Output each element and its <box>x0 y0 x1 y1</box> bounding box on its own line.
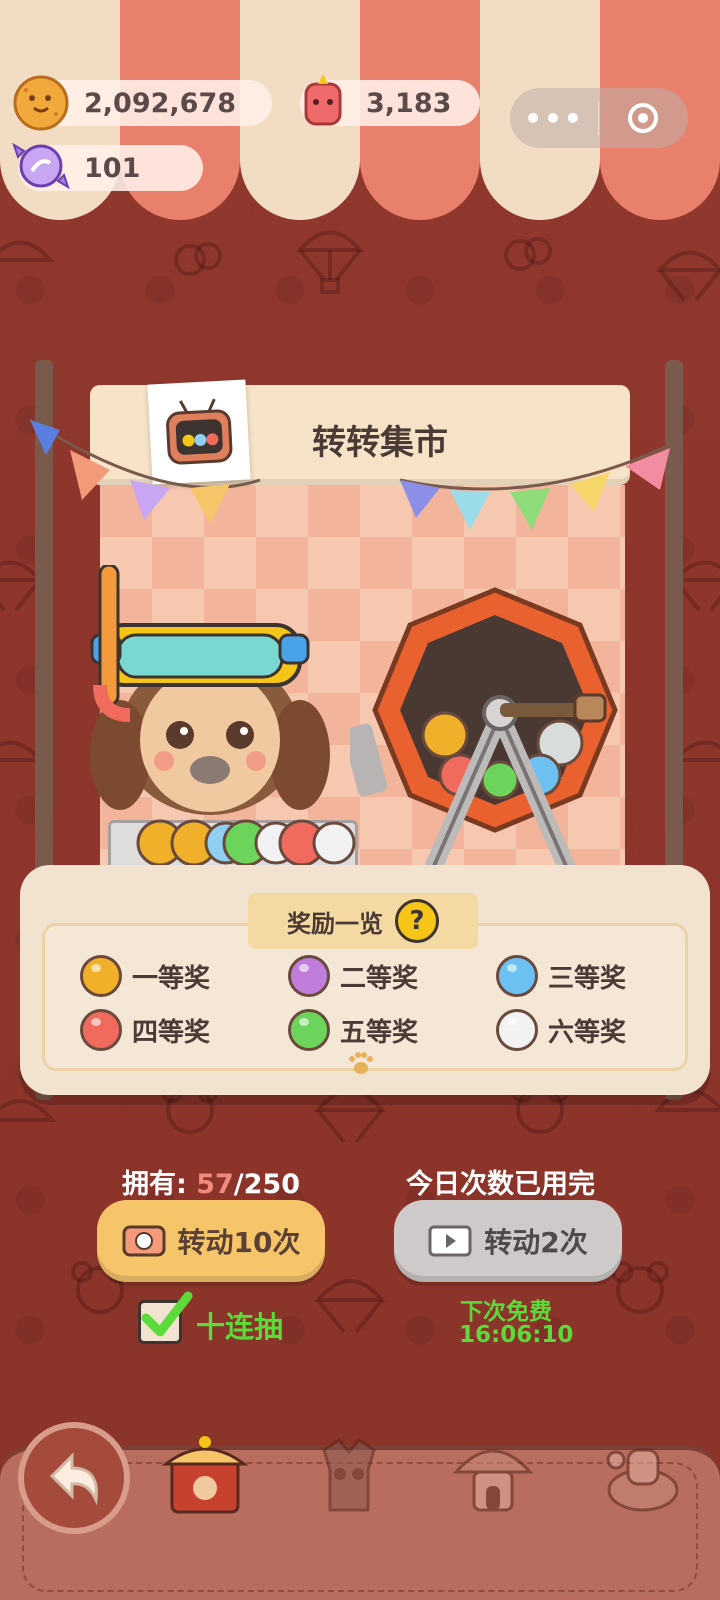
gold-ball-icon <box>80 955 122 997</box>
ten-pull-label[interactable]: 十连抽 <box>196 1304 283 1346</box>
lottery-drum[interactable] <box>350 585 640 885</box>
white-ball-icon <box>496 1009 538 1051</box>
prize-label: 五等奖 <box>340 1017 419 1048</box>
close-miniapp-icon[interactable] <box>599 101 687 135</box>
red-ball-icon <box>80 1009 122 1051</box>
spin-2-label: 转动2次 <box>484 1226 588 1259</box>
help-icon[interactable]: ? <box>395 899 439 943</box>
prize-item-5: 五等奖 <box>288 1009 418 1051</box>
miniapp-capsule: ••• <box>510 88 688 148</box>
more-menu-icon[interactable]: ••• <box>510 102 598 135</box>
spin-10-label: 转动10次 <box>177 1226 301 1259</box>
prize-label: 三等奖 <box>548 963 627 994</box>
paw-icon <box>349 1052 373 1074</box>
owned-total: /250 <box>233 1169 301 1200</box>
checkmark-icon <box>141 1291 193 1337</box>
prize-item-3: 三等奖 <box>496 955 626 997</box>
furniture-icon[interactable] <box>598 1430 688 1520</box>
owned-current: 57 <box>196 1169 234 1200</box>
coin-counter[interactable]: 2,092,678 <box>13 75 272 131</box>
candle-gem-icon <box>304 74 342 126</box>
ticket-icon <box>122 1225 166 1257</box>
mushroom-house-icon[interactable] <box>448 1430 538 1520</box>
next-free-timer: 16:06:10 <box>459 1322 574 1348</box>
ticket-owned: 拥有: 57/250 <box>122 1162 300 1201</box>
costume-icon[interactable] <box>304 1430 394 1520</box>
blue-ball-icon <box>496 955 538 997</box>
prize-item-4: 四等奖 <box>80 1009 210 1051</box>
stall-shop-icon[interactable] <box>160 1430 250 1520</box>
next-free-label: 下次免费 <box>460 1299 552 1325</box>
prize-item-1: 一等奖 <box>80 955 210 997</box>
purple-ball-icon <box>288 955 330 997</box>
rewards-header: 奖励一览 ? <box>248 893 478 949</box>
prize-item-6: 六等奖 <box>496 1009 626 1051</box>
prize-label: 六等奖 <box>548 1017 627 1048</box>
dog-mascot <box>90 565 330 815</box>
candy-counter[interactable]: 101 <box>12 142 203 191</box>
back-arrow-icon <box>49 1452 98 1506</box>
gem-counter[interactable]: 3,183 <box>300 74 480 126</box>
prize-label: 二等奖 <box>340 963 419 994</box>
prize-label: 一等奖 <box>132 963 211 994</box>
daily-status: 今日次数已用完 <box>406 1169 595 1200</box>
owned-prefix: 拥有: <box>122 1169 197 1200</box>
prize-balls-row <box>136 819 356 867</box>
cookie-coin-icon <box>13 75 69 131</box>
back-button[interactable] <box>18 1422 130 1534</box>
spin-10-button[interactable]: 转动10次 <box>97 1200 325 1282</box>
spin-2-ad-button[interactable]: 转动2次 <box>394 1200 622 1282</box>
prize-item-2: 二等奖 <box>288 955 418 997</box>
prize-label: 四等奖 <box>132 1017 211 1048</box>
candy-icon <box>12 142 70 190</box>
bunting-flags <box>29 418 681 530</box>
green-ball-icon <box>288 1009 330 1051</box>
video-icon <box>428 1225 472 1257</box>
rewards-title: 奖励一览 <box>287 909 383 938</box>
